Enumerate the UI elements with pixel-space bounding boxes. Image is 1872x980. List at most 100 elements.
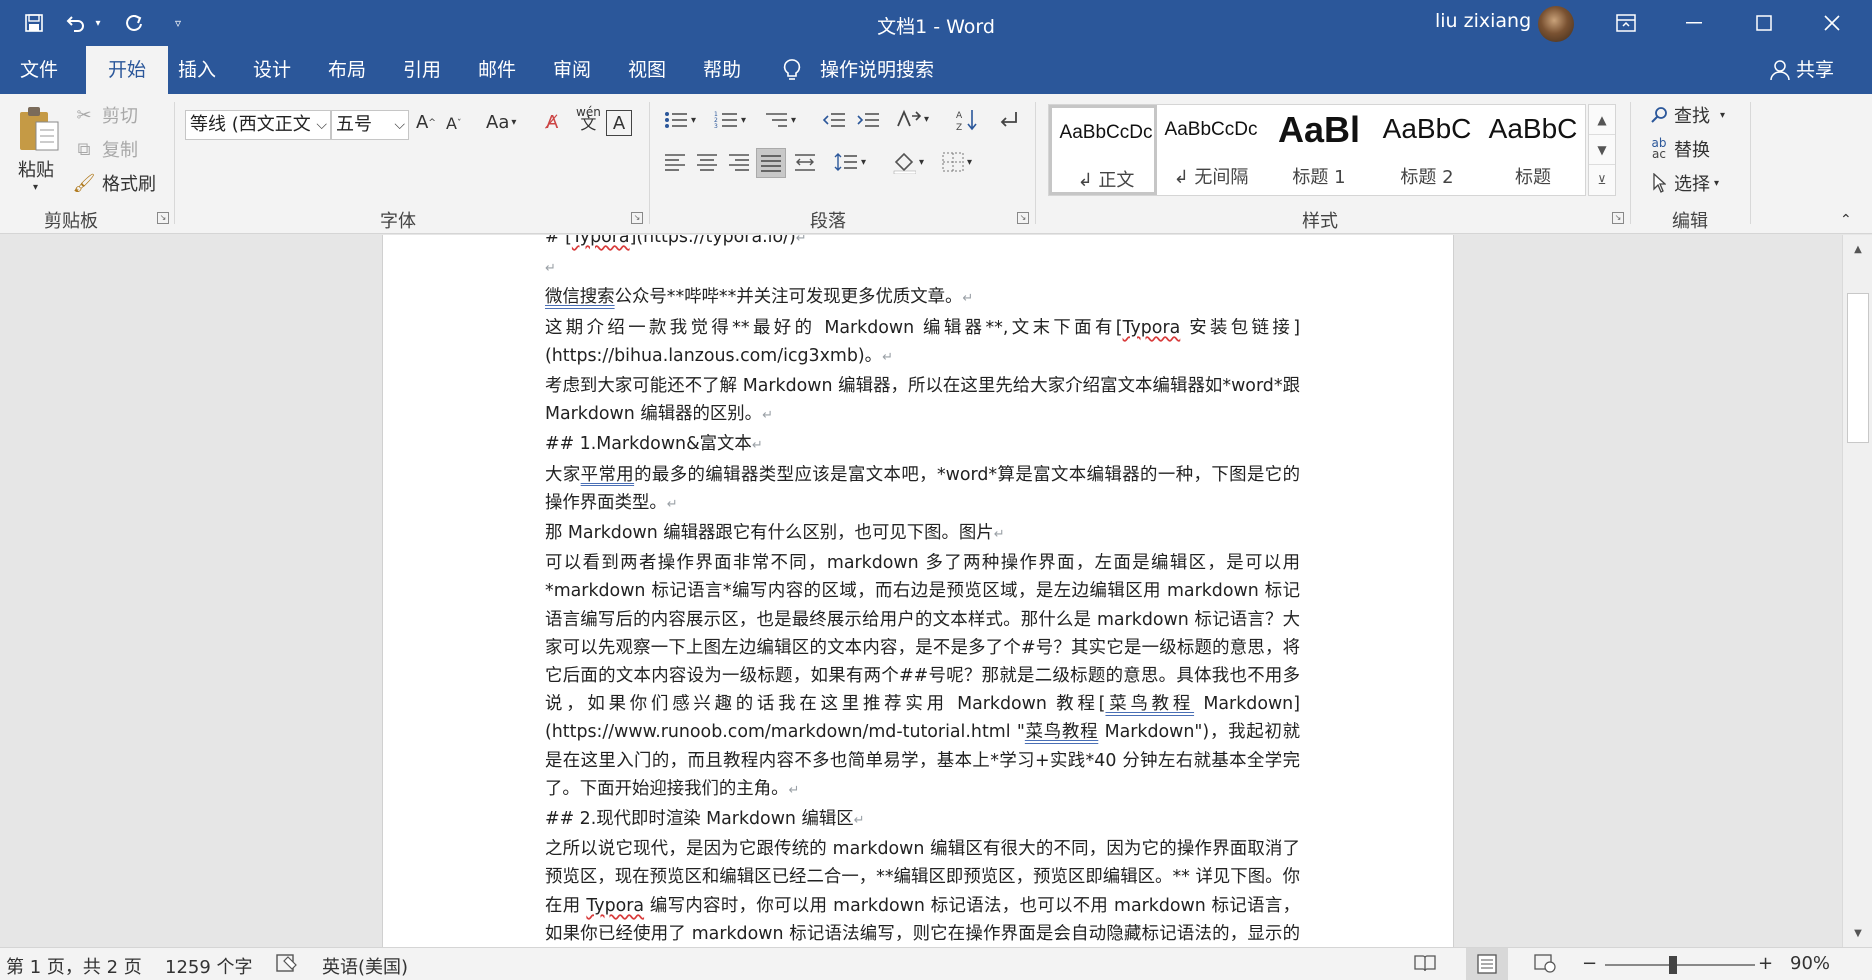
- font-launcher-icon[interactable]: ↘: [631, 212, 643, 224]
- font-size-combo[interactable]: 五号 ⌵: [331, 110, 409, 140]
- user-name[interactable]: liu zixiang: [1435, 10, 1531, 32]
- style-name: ↲ 无间隔: [1173, 167, 1249, 188]
- tell-me-search[interactable]: 操作说明搜索: [816, 46, 938, 94]
- minimize-icon[interactable]: [1662, 0, 1726, 46]
- lightbulb-icon: [778, 46, 804, 94]
- clear-formatting-icon[interactable]: A̸: [546, 112, 558, 133]
- maximize-icon[interactable]: [1732, 0, 1796, 46]
- paste-button[interactable]: 粘贴: [18, 156, 54, 182]
- paragraph: 微信搜索公众号**哔哔**并关注可发现更多优质文章。↵: [545, 287, 974, 308]
- tab-mailings[interactable]: 邮件: [474, 46, 520, 94]
- zoom-out-icon[interactable]: −: [1582, 953, 1597, 974]
- line-spacing-icon[interactable]: ▾: [834, 152, 866, 172]
- shading-icon[interactable]: ▾: [892, 150, 924, 174]
- paragraph-launcher-icon[interactable]: ↘: [1017, 212, 1029, 224]
- styles-gallery-scroller: ▲ ▼ ⊻: [1588, 104, 1616, 196]
- tab-design[interactable]: 设计: [249, 46, 295, 94]
- align-right-icon[interactable]: [728, 152, 750, 172]
- tab-review[interactable]: 审阅: [549, 46, 595, 94]
- zoom-slider-thumb[interactable]: [1668, 956, 1677, 974]
- proofing-icon[interactable]: [276, 953, 298, 978]
- tab-home[interactable]: 开始: [86, 46, 168, 94]
- sort-icon[interactable]: AZ: [956, 108, 978, 132]
- style-no-spacing[interactable]: AaBbCcDc ↲ 无间隔: [1157, 105, 1265, 195]
- style-normal[interactable]: AaBbCcDc ↲ 正文: [1049, 105, 1157, 195]
- cut-label: 剪切: [102, 106, 138, 127]
- styles-launcher-icon[interactable]: ↘: [1612, 212, 1624, 224]
- read-mode-icon[interactable]: [1414, 953, 1436, 978]
- font-group-label: 字体: [380, 211, 416, 232]
- find-button[interactable]: 查找 ▾: [1648, 102, 1725, 128]
- style-heading-1[interactable]: AaBl 标题 1: [1265, 105, 1373, 195]
- multilevel-list-icon[interactable]: ▾: [764, 110, 796, 130]
- tab-view[interactable]: 视图: [624, 46, 670, 94]
- web-layout-icon[interactable]: [1534, 953, 1556, 978]
- document-page[interactable]: # [Typora](https://typora.io/)↵ ↵ 微信搜索公众…: [382, 235, 1454, 947]
- align-center-icon[interactable]: [696, 152, 718, 172]
- language-indicator[interactable]: 英语(美国): [322, 953, 408, 979]
- distributed-icon[interactable]: [794, 152, 816, 172]
- svg-text:A: A: [956, 111, 963, 121]
- format-painter-button[interactable]: 🖌 格式刷: [72, 170, 156, 196]
- chevron-down-icon[interactable]: ⌵: [316, 111, 327, 139]
- decrease-indent-icon[interactable]: [822, 110, 846, 130]
- chevron-down-icon[interactable]: ⌵: [394, 111, 405, 139]
- style-heading-2[interactable]: AaBbC 标题 2: [1373, 105, 1481, 195]
- replace-button[interactable]: ab ac 替换: [1648, 136, 1711, 162]
- find-label: 查找: [1674, 106, 1710, 127]
- phonetic-guide-icon[interactable]: wén 文: [576, 106, 601, 132]
- tab-layout[interactable]: 布局: [324, 46, 370, 94]
- paste-dropdown-icon[interactable]: ▾: [33, 182, 38, 193]
- numbering-icon[interactable]: 123 ▾: [714, 110, 746, 130]
- clipboard-launcher-icon[interactable]: ↘: [157, 212, 169, 224]
- close-icon[interactable]: [1800, 0, 1864, 46]
- more-styles-icon[interactable]: ⊻: [1589, 165, 1615, 195]
- tab-help[interactable]: 帮助: [699, 46, 745, 94]
- avatar[interactable]: [1538, 6, 1574, 42]
- show-formatting-marks-icon[interactable]: [996, 108, 1018, 130]
- share-person-icon[interactable]: [1766, 46, 1790, 94]
- bullets-icon[interactable]: ▾: [664, 110, 696, 130]
- zoom-in-icon[interactable]: +: [1758, 953, 1773, 974]
- styles-group-label: 样式: [1302, 211, 1338, 232]
- collapse-ribbon-icon[interactable]: ⌃: [1840, 212, 1852, 228]
- print-layout-icon[interactable]: [1466, 948, 1508, 980]
- character-border-icon[interactable]: A: [606, 110, 632, 136]
- grow-font-icon[interactable]: A ^: [416, 112, 436, 133]
- scroll-down-icon[interactable]: ▼: [1843, 921, 1872, 945]
- copy-button[interactable]: ⧉ 复制: [72, 136, 138, 162]
- word-count[interactable]: 1259 个字: [165, 953, 253, 979]
- borders-icon[interactable]: ▾: [942, 152, 972, 172]
- page-count[interactable]: 第 1 页，共 2 页: [6, 953, 142, 979]
- tab-insert[interactable]: 插入: [174, 46, 220, 94]
- shrink-font-icon[interactable]: Aˇ: [446, 114, 461, 133]
- share-button[interactable]: 共享: [1792, 46, 1838, 94]
- chinese-layout-icon[interactable]: ▾: [896, 108, 929, 130]
- justify-icon[interactable]: [756, 148, 786, 178]
- increase-indent-icon[interactable]: [856, 110, 880, 130]
- zoom-slider-track[interactable]: [1605, 964, 1755, 966]
- change-case-button[interactable]: Aa ▾: [486, 112, 516, 133]
- zoom-level[interactable]: 90%: [1790, 953, 1830, 974]
- paragraph: 大家平常用的最多的编辑器类型应该是富文本吧，*word*算是富文本编辑器的一种，…: [545, 464, 1300, 513]
- tab-file[interactable]: 文件: [16, 46, 62, 94]
- ribbon-display-options-icon[interactable]: [1594, 0, 1658, 46]
- paste-icon[interactable]: [16, 104, 62, 154]
- chevron-down-icon[interactable]: ▼: [1589, 135, 1615, 165]
- replace-icon: ab ac: [1651, 136, 1667, 161]
- status-bar: 第 1 页，共 2 页 1259 个字 英语(美国) − + 90%: [0, 947, 1872, 980]
- cursor-arrow-icon: [1648, 173, 1670, 193]
- tab-references[interactable]: 引用: [399, 46, 445, 94]
- scrollbar-thumb[interactable]: [1847, 293, 1869, 443]
- cut-button[interactable]: ✂ 剪切: [72, 102, 138, 128]
- document-body[interactable]: # [Typora](https://typora.io/)↵ ↵ 微信搜索公众…: [545, 235, 1300, 947]
- scroll-up-icon[interactable]: ▲: [1843, 237, 1872, 261]
- select-button[interactable]: 选择 ▾: [1648, 170, 1719, 196]
- editing-group-label: 编辑: [1672, 211, 1708, 232]
- chevron-up-icon[interactable]: ▲: [1589, 105, 1615, 135]
- align-left-icon[interactable]: [664, 152, 686, 172]
- font-name-combo[interactable]: 等线 (西文正文 ⌵: [185, 110, 331, 140]
- vertical-scrollbar[interactable]: ▲ ▼: [1842, 235, 1872, 947]
- style-title[interactable]: AaBbC 标题: [1479, 105, 1587, 195]
- styles-gallery: AaBbCcDc ↲ 正文 AaBbCcDc ↲ 无间隔 AaBl 标题 1 A…: [1048, 104, 1586, 196]
